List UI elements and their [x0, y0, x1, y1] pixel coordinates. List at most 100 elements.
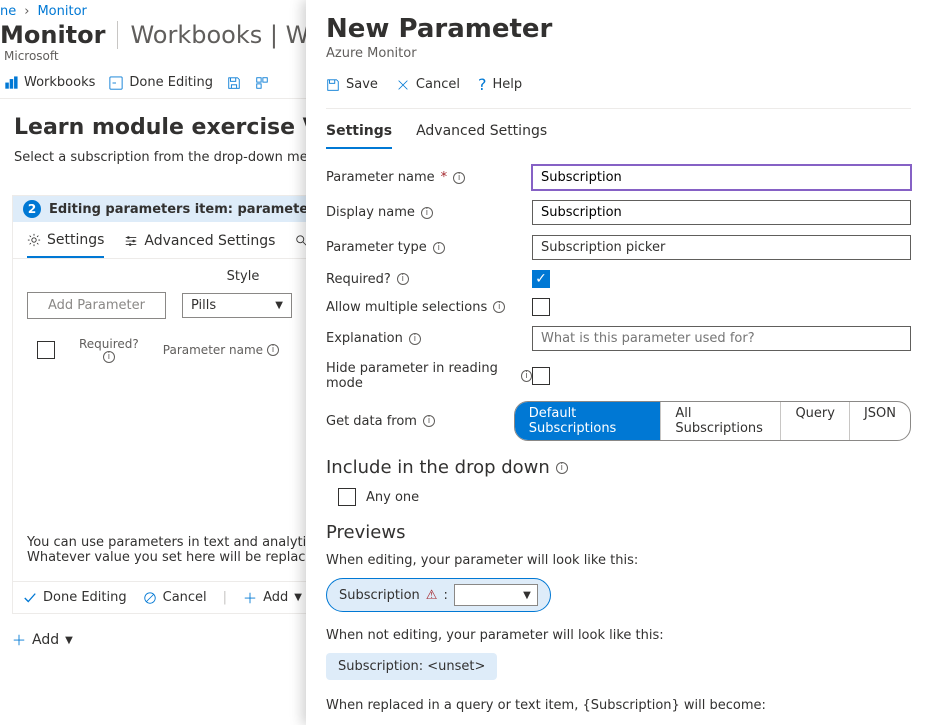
- preview-param-static: Subscription: <unset>: [326, 653, 497, 680]
- tab-settings-label: Settings: [47, 232, 104, 248]
- allow-multiple-checkbox[interactable]: [532, 298, 550, 316]
- info-icon[interactable]: i: [433, 242, 445, 254]
- info-icon[interactable]: i: [267, 344, 279, 356]
- label-explanation: Explanation: [326, 331, 403, 346]
- panel-command-bar: Save Cancel ? Help: [326, 75, 911, 109]
- info-icon[interactable]: i: [423, 415, 435, 427]
- explanation-input[interactable]: [532, 326, 911, 351]
- select-all-checkbox[interactable]: [37, 341, 55, 359]
- save-label: Save: [346, 77, 378, 92]
- panel-tab-settings[interactable]: Settings: [326, 123, 392, 149]
- warning-icon: ⚠: [426, 588, 438, 603]
- done-icon: [109, 76, 123, 90]
- info-icon[interactable]: i: [409, 333, 421, 345]
- any-one-label: Any one: [366, 490, 419, 505]
- chevron-down-icon: ▼: [65, 635, 73, 646]
- panel-title: New Parameter: [326, 14, 911, 44]
- panel-tab-advanced[interactable]: Advanced Settings: [416, 123, 547, 149]
- required-checkbox[interactable]: ✓: [532, 270, 550, 288]
- workbooks-button[interactable]: Workbooks: [4, 75, 95, 90]
- tab-advanced-settings[interactable]: Advanced Settings: [124, 232, 275, 258]
- label-required: Required?: [326, 272, 391, 287]
- info-icon[interactable]: i: [493, 301, 505, 313]
- preview-replace-code: {Subscription} ==> null: [326, 721, 911, 725]
- label-parameter-type: Parameter type: [326, 240, 427, 255]
- chevron-down-icon: ▼: [294, 592, 302, 603]
- pill-query[interactable]: Query: [780, 402, 849, 440]
- preview-param-dropdown[interactable]: ▼: [454, 584, 538, 606]
- footer-cancel-label: Cancel: [163, 590, 207, 605]
- save-icon-button[interactable]: [227, 76, 241, 90]
- pin-icon-button[interactable]: [255, 76, 269, 90]
- col-required: Required?: [79, 337, 139, 351]
- label-get-data-from: Get data from: [326, 414, 417, 429]
- gear-icon: [27, 233, 41, 247]
- info-icon[interactable]: i: [521, 370, 532, 382]
- bottom-add-label: Add: [32, 632, 59, 648]
- get-data-pillgroup: Default Subscriptions All Subscriptions …: [514, 401, 911, 441]
- any-one-checkbox[interactable]: [338, 488, 356, 506]
- info-icon[interactable]: i: [103, 351, 115, 363]
- panel-tabs: Settings Advanced Settings: [326, 109, 911, 149]
- preview-param-label: Subscription: [339, 588, 420, 603]
- footer-add[interactable]: Add ▼: [243, 590, 302, 605]
- label-parameter-name: Parameter name: [326, 170, 435, 185]
- cancel-button[interactable]: Cancel: [396, 75, 460, 94]
- hide-reading-checkbox[interactable]: [532, 367, 550, 385]
- new-parameter-panel: New Parameter Azure Monitor Save Cancel …: [306, 0, 931, 725]
- cancel-icon: [143, 591, 157, 605]
- pill-default-subscriptions[interactable]: Default Subscriptions: [515, 402, 661, 440]
- workbooks-label: Workbooks: [24, 75, 95, 90]
- footer-cancel[interactable]: Cancel: [143, 590, 207, 605]
- tab-advanced-label: Advanced Settings: [144, 233, 275, 249]
- label-hide-reading: Hide parameter in reading mode: [326, 361, 515, 391]
- cancel-label: Cancel: [416, 77, 460, 92]
- chevron-down-icon: ▼: [523, 590, 531, 601]
- tab-settings[interactable]: Settings: [27, 232, 104, 258]
- chevron-down-icon: ▼: [275, 300, 283, 311]
- style-value: Pills: [191, 298, 216, 313]
- plus-icon: [243, 591, 257, 605]
- info-icon[interactable]: i: [421, 207, 433, 219]
- parameter-name-input[interactable]: [532, 165, 911, 190]
- breadcrumb-home[interactable]: ne: [0, 4, 16, 19]
- section-previews: Previews: [326, 522, 911, 543]
- help-icon: ?: [478, 75, 487, 94]
- info-icon[interactable]: i: [397, 273, 409, 285]
- section-include: Include in the drop down i: [326, 457, 911, 478]
- done-editing-button[interactable]: Done Editing: [109, 75, 213, 90]
- preview-nonediting-caption: When not editing, your parameter will lo…: [326, 628, 911, 643]
- close-icon: [396, 78, 410, 92]
- style-select[interactable]: Pills ▼: [182, 293, 292, 318]
- save-icon: [227, 76, 241, 90]
- footer-done-editing[interactable]: Done Editing: [23, 590, 127, 605]
- done-editing-label: Done Editing: [129, 75, 213, 90]
- info-icon[interactable]: i: [453, 172, 465, 184]
- label-allow-multiple: Allow multiple selections: [326, 300, 487, 315]
- display-name-input[interactable]: [532, 200, 911, 225]
- breadcrumb-monitor[interactable]: Monitor: [37, 4, 86, 19]
- help-button[interactable]: ? Help: [478, 75, 522, 94]
- preview-replace-caption: When replaced in a query or text item, {…: [326, 698, 911, 713]
- footer-add-label: Add: [263, 590, 288, 605]
- add-parameter-button[interactable]: Add Parameter: [27, 292, 166, 319]
- preview-param-editing[interactable]: Subscription ⚠ : ▼: [326, 578, 551, 612]
- check-icon: [23, 591, 37, 605]
- preview-editing-caption: When editing, your parameter will look l…: [326, 553, 911, 568]
- pill-all-subscriptions[interactable]: All Subscriptions: [660, 402, 780, 440]
- parameter-type-select[interactable]: Subscription picker: [532, 235, 911, 260]
- panel-subtitle: Azure Monitor: [326, 46, 911, 61]
- col-parameter-name: Parameter name: [163, 343, 263, 357]
- label-display-name: Display name: [326, 205, 415, 220]
- plus-icon: [12, 633, 26, 647]
- save-icon: [326, 78, 340, 92]
- pill-json[interactable]: JSON: [849, 402, 910, 440]
- save-button[interactable]: Save: [326, 75, 378, 94]
- pin-icon: [255, 76, 269, 90]
- page-subtitle: Workbooks | Wor: [117, 21, 332, 49]
- sliders-icon: [124, 234, 138, 248]
- step-badge: 2: [23, 200, 41, 218]
- card-header-label: Editing parameters item: parameters - 1: [49, 202, 346, 217]
- info-icon[interactable]: i: [556, 462, 568, 474]
- page-title: Monitor: [0, 21, 105, 49]
